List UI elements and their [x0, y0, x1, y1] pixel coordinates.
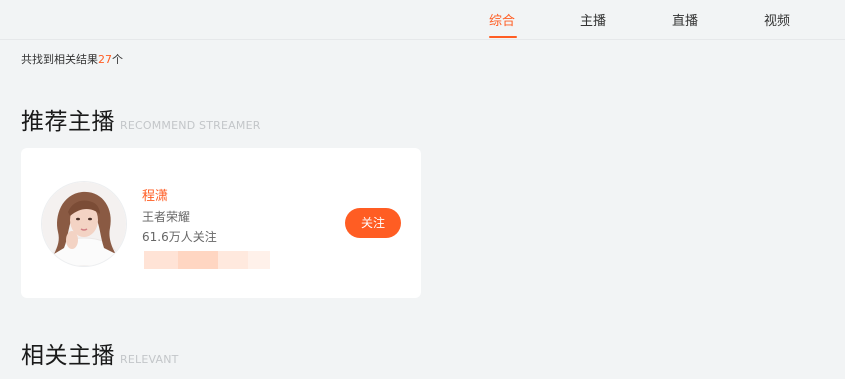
result-count-suffix: 个: [112, 53, 123, 66]
result-count-number: 27: [98, 53, 112, 66]
recommend-section-heading: 推荐主播 RECOMMEND STREAMER: [21, 102, 261, 136]
result-count: 共找到相关结果27个: [21, 51, 123, 67]
streamer-followers: 61.6万人关注: [142, 230, 217, 244]
tab-live[interactable]: 直播: [672, 10, 698, 29]
tab-videos[interactable]: 视频: [764, 10, 790, 29]
streamer-name[interactable]: 程潇: [142, 185, 168, 204]
tag-segment: [218, 251, 248, 269]
follow-button[interactable]: 关注: [345, 208, 401, 238]
avatar-photo-icon[interactable]: [41, 181, 127, 267]
recommend-section-subtitle: RECOMMEND STREAMER: [120, 119, 261, 132]
active-tab-indicator: [489, 36, 517, 38]
streamer-card[interactable]: 程潇 王者荣耀 61.6万人关注 关注: [21, 148, 421, 298]
tab-streamers[interactable]: 主播: [580, 10, 606, 29]
avatar-photo-graphic: [42, 182, 126, 266]
relevant-section-title: 相关主播: [21, 343, 115, 369]
recommend-section-title: 推荐主播: [21, 109, 115, 135]
streamer-category: 王者荣耀: [142, 210, 191, 224]
tag-segment: [248, 251, 270, 269]
streamer-tag-bar: [144, 251, 270, 269]
tag-segment: [144, 251, 178, 269]
top-nav-bar: 综合 主播 直播 视频: [0, 0, 845, 40]
tab-comprehensive[interactable]: 综合: [489, 10, 515, 29]
relevant-section-subtitle: RELEVANT: [120, 353, 179, 366]
relevant-section-heading: 相关主播 RELEVANT: [21, 336, 179, 370]
tag-segment: [178, 251, 218, 269]
result-count-prefix: 共找到相关结果: [21, 53, 98, 66]
